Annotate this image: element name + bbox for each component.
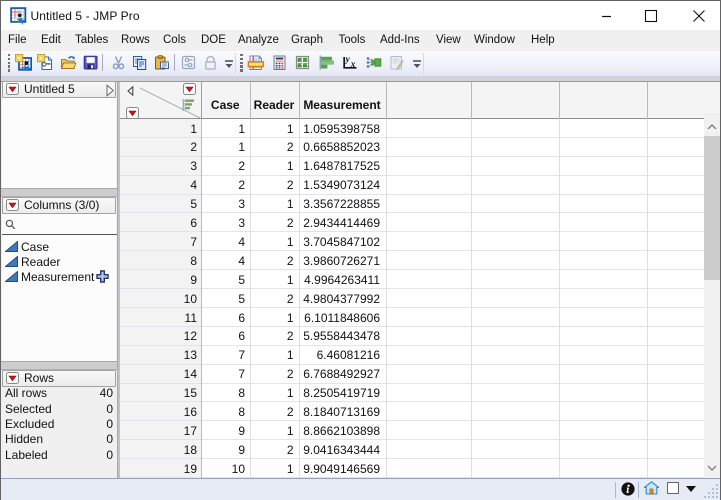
svg-text:x: x [350,59,356,69]
svg-text:y: y [345,54,351,64]
